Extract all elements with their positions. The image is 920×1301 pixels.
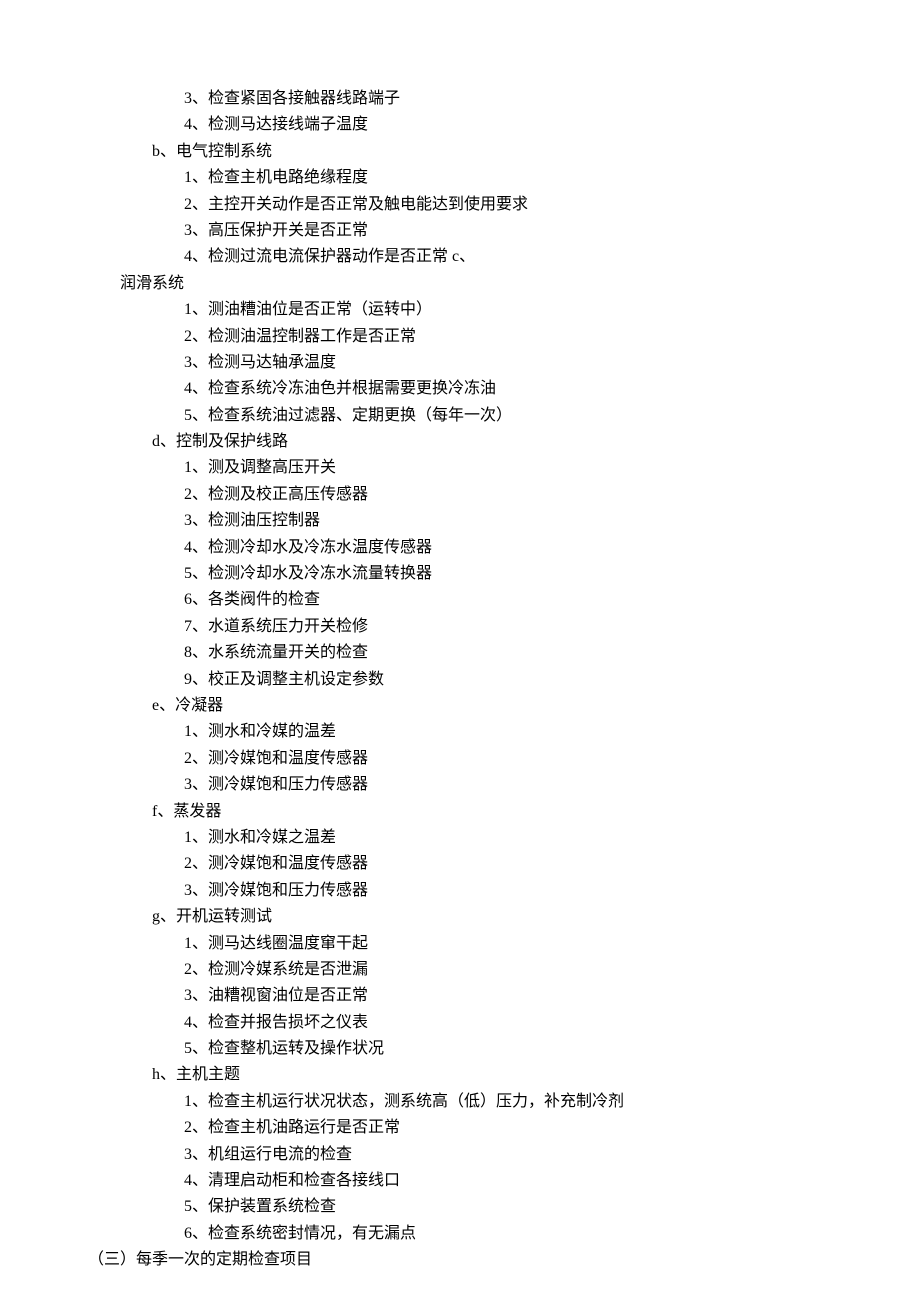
text-line: 1、测水和冷媒的温差 [88, 719, 860, 745]
text-line: 3、高压保护开关是否正常 [88, 218, 860, 244]
text-line: 4、检查并报告损坏之仪表 [88, 1010, 860, 1036]
text-line: 3、测冷媒饱和压力传感器 [88, 772, 860, 798]
text-line: f、蒸发器 [88, 799, 860, 825]
text-line: 润滑系统 [88, 271, 860, 297]
text-line: 1、检查主机运行状况状态，测系统高（低）压力，补充制冷剂 [88, 1089, 860, 1115]
text-line: 1、测油糟油位是否正常（运转中） [88, 297, 860, 323]
text-line: g、开机运转测试 [88, 904, 860, 930]
text-line: 3、检测马达轴承温度 [88, 350, 860, 376]
text-line: h、主机主题 [88, 1062, 860, 1088]
text-line: 3、机组运行电流的检查 [88, 1142, 860, 1168]
text-line: 2、检测及校正高压传感器 [88, 482, 860, 508]
text-line: 4、检测冷却水及冷冻水温度传感器 [88, 535, 860, 561]
text-line: 5、检查系统油过滤器、定期更换（每年一次） [88, 403, 860, 429]
text-line: 6、各类阀件的检查 [88, 587, 860, 613]
text-line: e、冷凝器 [88, 693, 860, 719]
text-line: 2、主控开关动作是否正常及触电能达到使用要求 [88, 192, 860, 218]
text-line: 1、检查主机电路绝缘程度 [88, 165, 860, 191]
text-line: 2、测冷媒饱和温度传感器 [88, 746, 860, 772]
text-line: （三）每季一次的定期检查项目 [88, 1247, 860, 1273]
text-line: 1、测马达线圈温度窜干起 [88, 931, 860, 957]
text-line: 4、检查系统冷冻油色并根据需要更换冷冻油 [88, 376, 860, 402]
text-line: 5、检查整机运转及操作状况 [88, 1036, 860, 1062]
text-line: 4、检测马达接线端子温度 [88, 112, 860, 138]
text-line: 5、保护装置系统检查 [88, 1194, 860, 1220]
text-line: 9、校正及调整主机设定参数 [88, 667, 860, 693]
text-line: 2、测冷媒饱和温度传感器 [88, 851, 860, 877]
text-line: 2、检测油温控制器工作是否正常 [88, 324, 860, 350]
text-line: 3、油糟视窗油位是否正常 [88, 983, 860, 1009]
text-line: 1、测及调整高压开关 [88, 455, 860, 481]
text-line: 4、清理启动柜和检查各接线口 [88, 1168, 860, 1194]
text-line: 7、水道系统压力开关检修 [88, 614, 860, 640]
text-line: 5、检测冷却水及冷冻水流量转换器 [88, 561, 860, 587]
text-line: 4、检测过流电流保护器动作是否正常 c、 [88, 244, 860, 270]
text-line: 2、检查主机油路运行是否正常 [88, 1115, 860, 1141]
text-line: 3、检测油压控制器 [88, 508, 860, 534]
text-line: 2、检测冷媒系统是否泄漏 [88, 957, 860, 983]
text-line: 8、水系统流量开关的检查 [88, 640, 860, 666]
text-line: b、电气控制系统 [88, 139, 860, 165]
text-line: d、控制及保护线路 [88, 429, 860, 455]
text-line: 3、测冷媒饱和压力传感器 [88, 878, 860, 904]
text-line: 1、测水和冷媒之温差 [88, 825, 860, 851]
text-line: 3、检查紧固各接触器线路端子 [88, 86, 860, 112]
document-body: 3、检查紧固各接触器线路端子4、检测马达接线端子温度b、电气控制系统1、检查主机… [88, 86, 860, 1274]
text-line: 6、检查系统密封情况，有无漏点 [88, 1221, 860, 1247]
